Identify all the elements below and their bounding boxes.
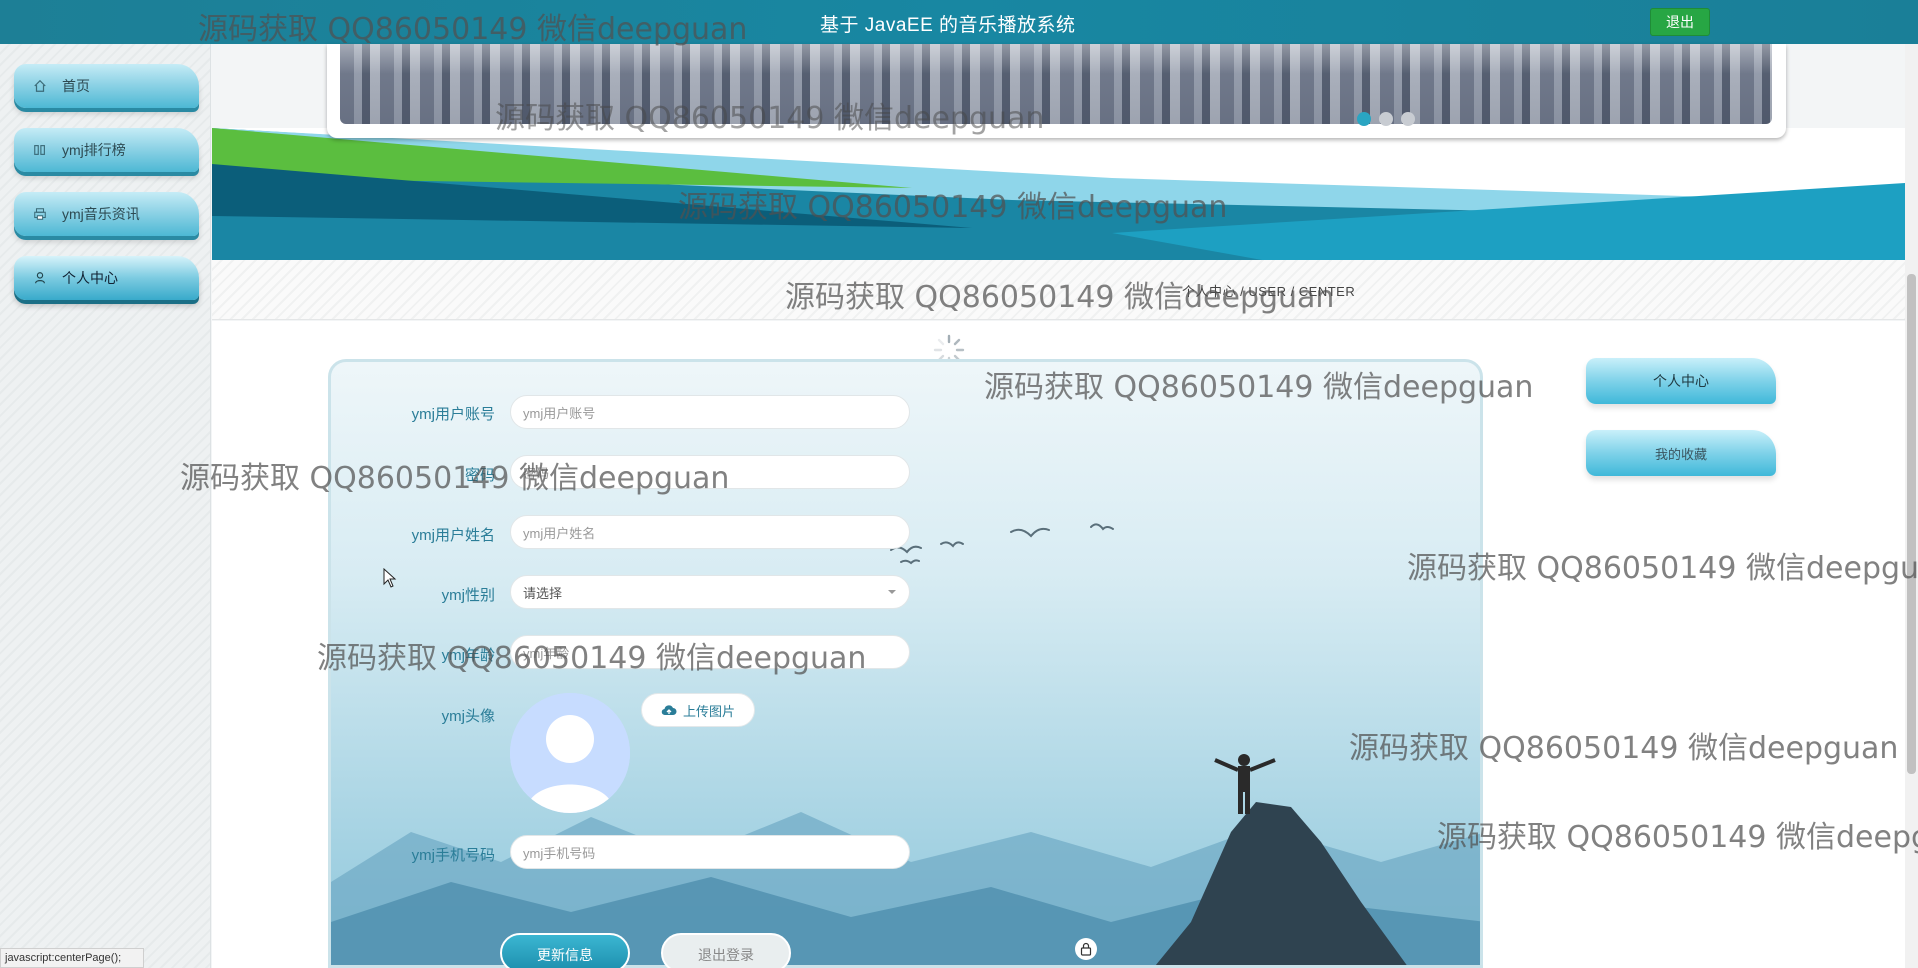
section-header: 个人中心 / USER / CENTER	[212, 260, 1905, 320]
scrollbar-thumb[interactable]	[1907, 274, 1916, 774]
name-label: ymj用户姓名	[411, 527, 495, 544]
decorative-wave-banner	[212, 128, 1905, 260]
upload-image-label: 上传图片	[682, 703, 735, 719]
top-bar: 基于 JavaEE 的音乐播放系统 退出	[0, 0, 1918, 44]
sidebar-item-label: ymj音乐资讯	[62, 206, 140, 222]
print-icon	[32, 206, 48, 222]
age-label: ymj年龄	[441, 647, 495, 664]
lock-icon	[1075, 938, 1097, 960]
mouse-cursor-icon	[383, 567, 397, 593]
gender-select[interactable]: 请选择	[510, 575, 910, 609]
phone-label: ymj手机号码	[411, 847, 495, 864]
upload-image-button[interactable]: 上传图片	[641, 693, 755, 727]
carousel-dot[interactable]	[1379, 112, 1393, 126]
sidebar-item-label: 个人中心	[62, 270, 118, 286]
logout-button[interactable]: 退出	[1650, 8, 1710, 36]
right-menu-favorites[interactable]: 我的收藏	[1586, 430, 1776, 476]
carousel-banner[interactable]	[327, 44, 1786, 138]
avatar-label: ymj头像	[441, 708, 495, 725]
carousel-dot[interactable]	[1357, 112, 1371, 126]
app-title: 基于 JavaEE 的音乐播放系统	[820, 15, 1076, 36]
phone-field[interactable]: ymj手机号码	[510, 835, 910, 869]
banner-image	[340, 44, 1772, 124]
account-field[interactable]: ymj用户账号	[510, 395, 910, 429]
sidebar-item-label: 首页	[62, 78, 90, 94]
columns-icon	[32, 142, 48, 158]
sidebar-item-home[interactable]: 首页	[14, 64, 199, 108]
section-title: 个人中心 / USER / CENTER	[1182, 284, 1356, 299]
browser-status-bar: javascript:centerPage();	[0, 948, 144, 968]
avatar	[510, 693, 630, 813]
cloud-upload-icon	[661, 705, 677, 716]
age-field[interactable]: ymj年龄	[510, 635, 910, 669]
chevron-down-icon	[888, 590, 896, 594]
update-info-button[interactable]: 更新信息	[500, 933, 630, 968]
account-label: ymj用户账号	[411, 406, 495, 423]
password-label: 密码	[464, 467, 495, 484]
sidebar-item-news[interactable]: ymj音乐资讯	[14, 192, 199, 236]
carousel-dots	[1357, 112, 1415, 126]
page-scrollbar[interactable]	[1905, 44, 1918, 968]
sidebar-item-label: ymj排行榜	[62, 142, 126, 158]
sidebar: 首页 ymj排行榜 ymj音乐资讯 个人中心	[0, 44, 211, 968]
user-icon	[32, 270, 48, 286]
home-icon	[32, 78, 48, 94]
sidebar-item-ranking[interactable]: ymj排行榜	[14, 128, 199, 172]
name-field[interactable]: ymj用户姓名	[510, 515, 910, 549]
right-menu-user-center[interactable]: 个人中心	[1586, 358, 1776, 404]
sidebar-item-user-center[interactable]: 个人中心	[14, 256, 199, 300]
carousel-dot[interactable]	[1401, 112, 1415, 126]
logout-account-button[interactable]: 退出登录	[661, 933, 791, 968]
gender-label: ymj性别	[441, 587, 495, 604]
gender-select-value: 请选择	[523, 585, 563, 601]
password-field[interactable]: 密码	[510, 455, 910, 489]
